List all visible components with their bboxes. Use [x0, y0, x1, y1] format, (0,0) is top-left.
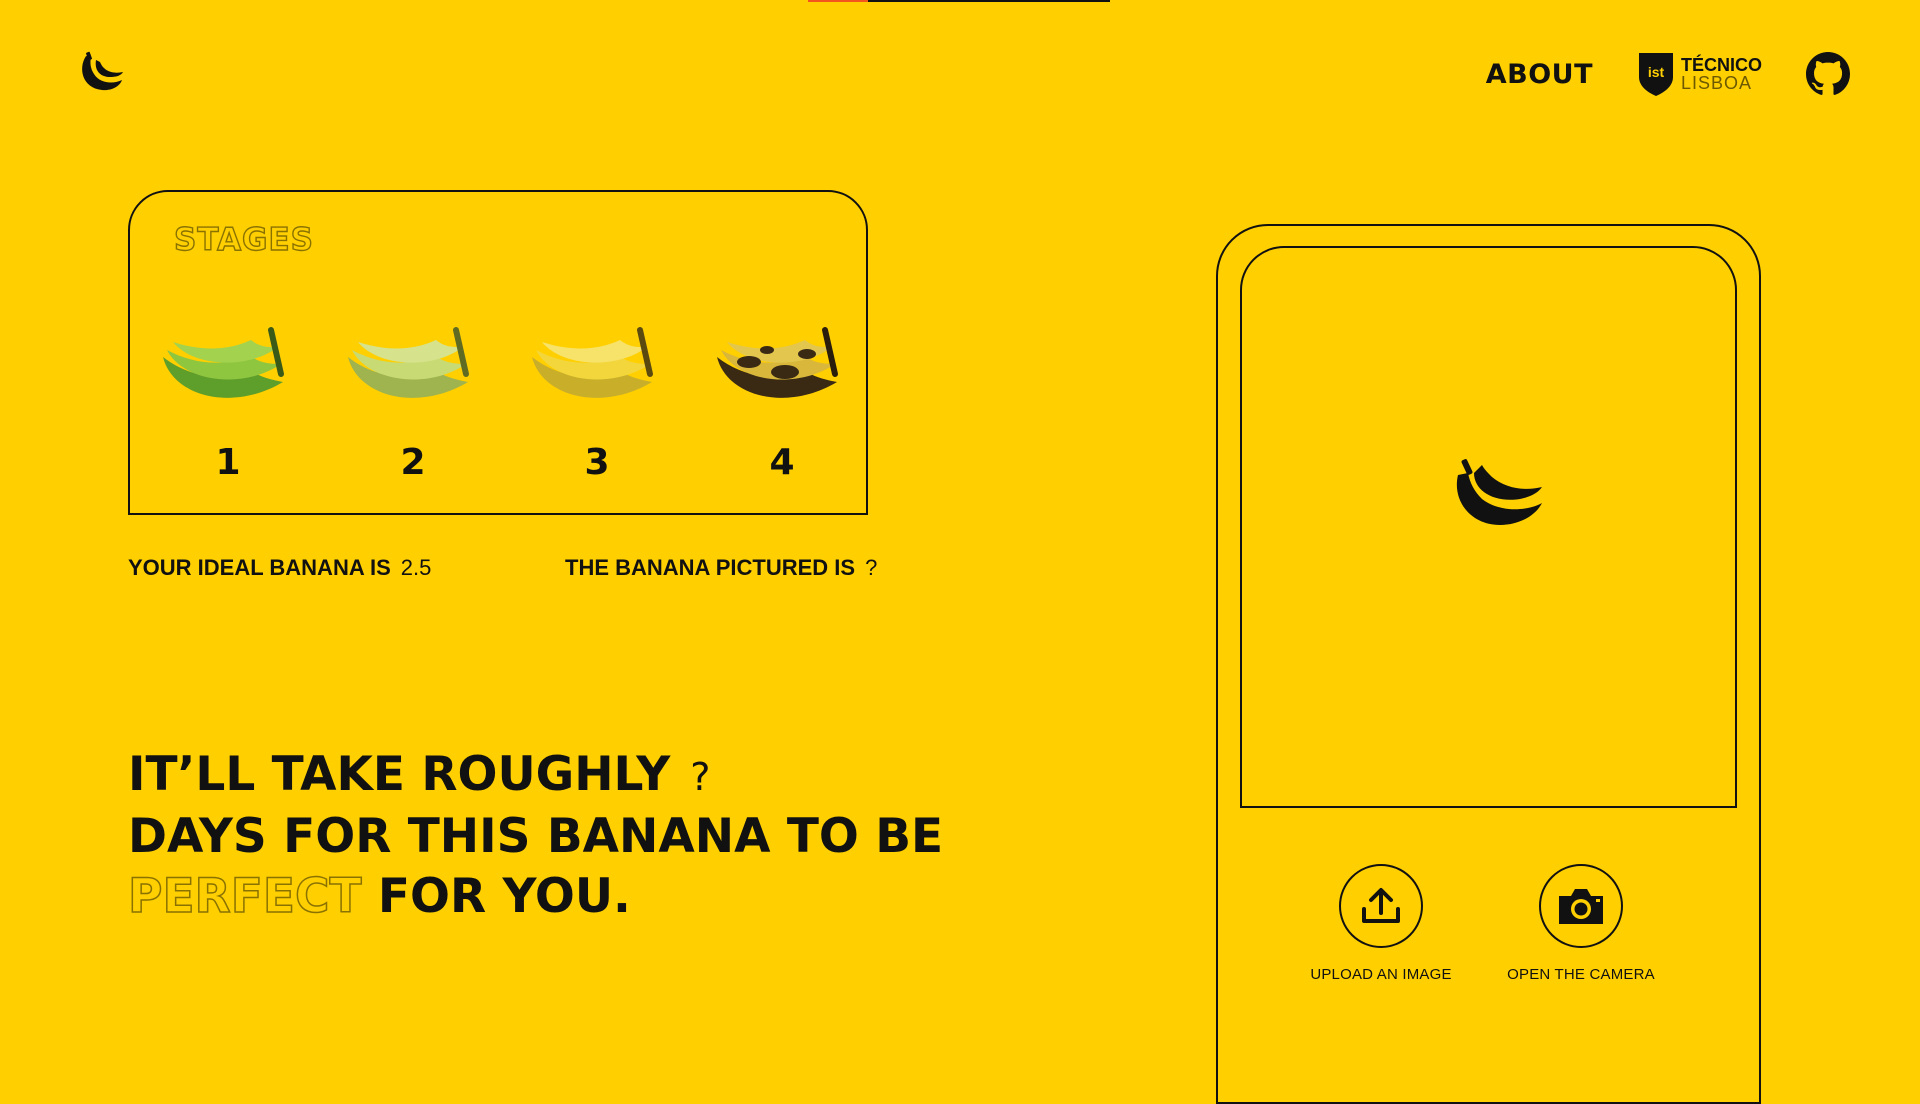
stage-4[interactable]: 4: [707, 312, 857, 483]
upload-label: UPLOAD AN IMAGE: [1310, 966, 1452, 983]
github-icon[interactable]: [1806, 52, 1850, 96]
banana-stage-1-icon: [163, 327, 284, 398]
banana-icon: [1450, 455, 1545, 535]
stage-3-label: 3: [584, 442, 610, 483]
top-nav: ABOUT ist TÉCNICO LISBOA: [1486, 48, 1850, 100]
ist-shield-icon: ist: [1639, 53, 1673, 96]
camera-label: OPEN THE CAMERA: [1507, 966, 1655, 983]
camera-icon: [1559, 889, 1603, 924]
upload-circle: [1339, 864, 1423, 948]
stage-3[interactable]: 3: [522, 312, 672, 483]
ideal-banana-label: YOUR IDEAL BANANA IS: [128, 555, 391, 580]
days-value: ?: [690, 755, 711, 799]
banana-stage-4-icon: [717, 327, 838, 398]
camera-circle: [1539, 864, 1623, 948]
ist-line2: LISBOA: [1681, 73, 1753, 93]
ideal-banana-info: YOUR IDEAL BANANA IS 2.5: [128, 555, 431, 581]
stage-1[interactable]: 1: [153, 312, 303, 483]
upload-icon: [1362, 888, 1400, 923]
headline: IT’LL TAKE ROUGHLY? DAYS FOR THIS BANANA…: [127, 745, 944, 927]
stages-panel: STAGES 1 2 3 4: [128, 190, 868, 515]
pictured-banana-value: ?: [865, 555, 878, 580]
about-link[interactable]: ABOUT: [1486, 59, 1593, 90]
ideal-banana-value: 2.5: [400, 555, 432, 580]
top-progress-line: [808, 0, 1110, 2]
headline-outline-word: PERFECT: [127, 868, 362, 925]
upload-image-button[interactable]: UPLOAD AN IMAGE: [1291, 864, 1471, 983]
stage-1-label: 1: [215, 442, 241, 483]
top-progress-accent: [808, 0, 868, 2]
headline-line1: IT’LL TAKE ROUGHLY: [128, 747, 671, 802]
pictured-banana-label: THE BANANA PICTURED IS: [565, 555, 856, 580]
stage-2[interactable]: 2: [338, 312, 488, 483]
stages-title: STAGES: [173, 221, 315, 258]
ist-line1: TÉCNICO: [1681, 55, 1762, 75]
stage-4-label: 4: [769, 442, 795, 483]
banana-logo-icon[interactable]: [74, 48, 126, 100]
pictured-banana-info: THE BANANA PICTURED IS?: [565, 555, 877, 581]
open-camera-button[interactable]: OPEN THE CAMERA: [1491, 864, 1671, 983]
headline-line3: FOR YOU.: [377, 869, 631, 924]
banana-stage-2-icon: [348, 327, 469, 398]
banana-stage-3-icon: [532, 327, 653, 398]
svg-text:ist: ist: [1648, 64, 1665, 80]
headline-line2: DAYS FOR THIS BANANA TO BE: [128, 809, 944, 864]
stage-2-label: 2: [400, 442, 426, 483]
tecnico-lisboa-logo[interactable]: ist TÉCNICO LISBOA: [1637, 51, 1762, 97]
